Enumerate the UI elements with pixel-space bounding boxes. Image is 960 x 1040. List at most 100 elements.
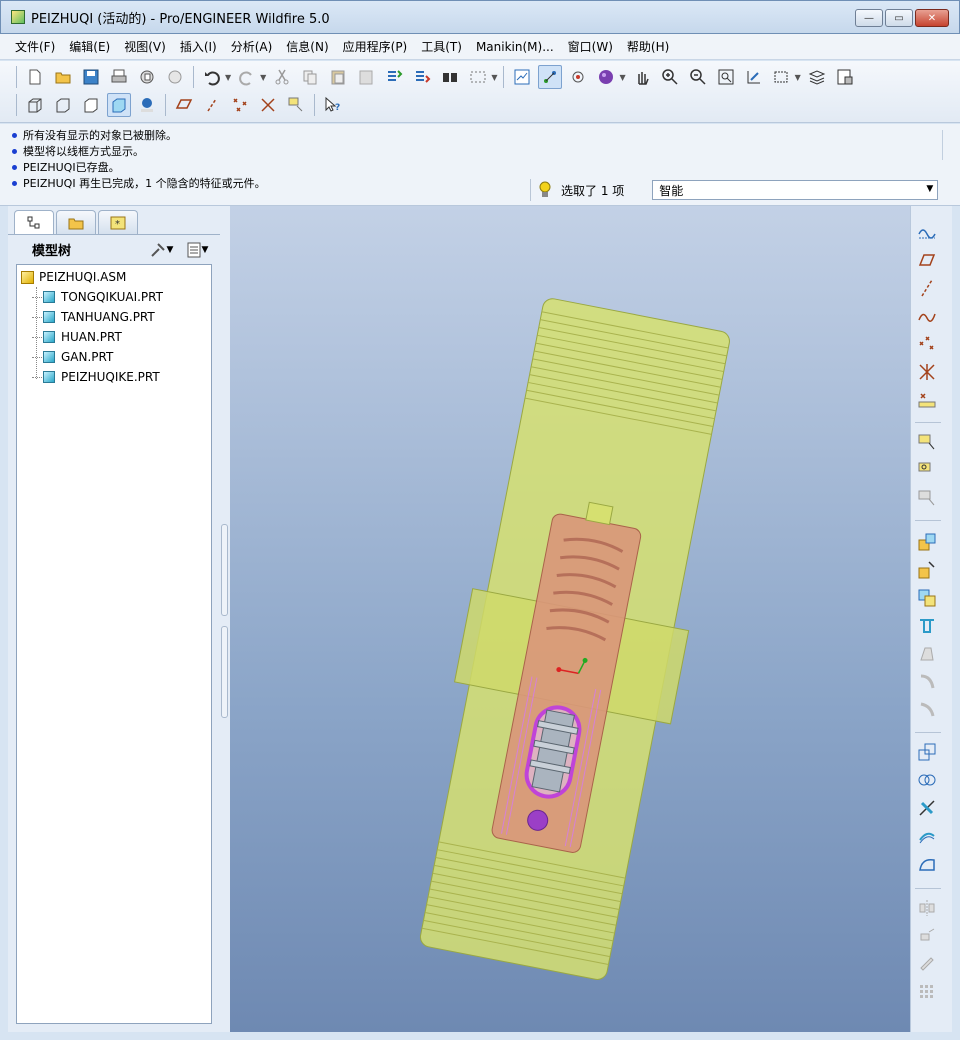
chevron-down-icon[interactable]: ▼	[491, 73, 497, 82]
appearance-icon[interactable]	[594, 65, 618, 89]
pan-hand-icon[interactable]	[630, 65, 654, 89]
chevron-down-icon[interactable]: ▼	[619, 73, 625, 82]
annotation-display-icon[interactable]	[284, 93, 308, 117]
tree-item-part[interactable]: TANHUANG.PRT	[17, 307, 211, 327]
reorient-icon[interactable]	[742, 65, 766, 89]
undo-icon[interactable]	[200, 65, 224, 89]
close-button[interactable]: ✕	[915, 9, 949, 27]
tree-settings-button[interactable]: ▼	[146, 240, 176, 260]
thicken-icon[interactable]	[915, 952, 939, 976]
pattern-icon[interactable]	[915, 980, 939, 1004]
menu-info[interactable]: 信息(N)	[279, 38, 335, 55]
refit-icon[interactable]	[714, 65, 738, 89]
new-file-icon[interactable]	[23, 65, 47, 89]
annotation-show-icon[interactable]	[915, 486, 939, 510]
datum-curve-icon[interactable]	[915, 304, 939, 328]
menu-help[interactable]: 帮助(H)	[620, 38, 676, 55]
minimize-button[interactable]: —	[855, 9, 883, 27]
csys-icon[interactable]	[915, 360, 939, 384]
menu-window[interactable]: 窗口(W)	[561, 38, 620, 55]
find-icon[interactable]	[438, 65, 462, 89]
tree-item-part[interactable]: HUAN.PRT	[17, 327, 211, 347]
tab-model-tree[interactable]	[14, 210, 54, 234]
tree-item-root[interactable]: PEIZHUQI.ASM	[17, 267, 211, 287]
select-box-icon[interactable]	[466, 65, 490, 89]
open-folder-icon[interactable]	[51, 65, 75, 89]
assembly-model[interactable]	[230, 206, 910, 1032]
message-scrollbar[interactable]	[942, 130, 954, 160]
menu-file[interactable]: 文件(F)	[8, 38, 62, 55]
zoom-in-icon[interactable]	[658, 65, 682, 89]
datum-plane-icon[interactable]	[915, 248, 939, 272]
no-hidden-icon[interactable]	[79, 93, 103, 117]
trim-icon[interactable]	[915, 796, 939, 820]
annotation-feature-icon[interactable]	[915, 430, 939, 454]
assemble-component-icon[interactable]	[915, 530, 939, 554]
menu-tools[interactable]: 工具(T)	[414, 38, 469, 55]
blend-icon[interactable]	[915, 698, 939, 722]
chevron-down-icon[interactable]: ▼	[795, 73, 801, 82]
chevron-down-icon[interactable]: ▼	[260, 73, 266, 82]
zoom-out-icon[interactable]	[686, 65, 710, 89]
menu-view[interactable]: 视图(V)	[117, 38, 173, 55]
analysis-feature-icon[interactable]	[915, 388, 939, 412]
maximize-button[interactable]: ▭	[885, 9, 913, 27]
model-tree-display-icon[interactable]	[135, 93, 159, 117]
graphics-window[interactable]	[230, 206, 910, 1032]
fill-surface-icon[interactable]	[915, 852, 939, 876]
sweep-icon[interactable]	[915, 670, 939, 694]
menu-analysis[interactable]: 分析(A)	[224, 38, 280, 55]
redo-icon[interactable]	[235, 65, 259, 89]
paste-special-icon[interactable]	[354, 65, 378, 89]
wireframe-icon[interactable]	[23, 93, 47, 117]
datum-point-display-icon[interactable]	[228, 93, 252, 117]
menu-manikin[interactable]: Manikin(M)...	[469, 40, 561, 54]
tree-item-part[interactable]: GAN.PRT	[17, 347, 211, 367]
chevron-down-icon[interactable]: ▼	[225, 73, 231, 82]
tree-item-part[interactable]: PEIZHUQIKE.PRT	[17, 367, 211, 387]
datum-point-icon[interactable]	[915, 332, 939, 356]
csys-display-icon[interactable]	[256, 93, 280, 117]
tree-item-part[interactable]: TONGQIKUAI.PRT	[17, 287, 211, 307]
send-mail-icon[interactable]	[135, 65, 159, 89]
layers-icon[interactable]	[805, 65, 829, 89]
send-link-icon[interactable]	[163, 65, 187, 89]
datum-axis-icon[interactable]	[915, 276, 939, 300]
move-icon[interactable]	[915, 924, 939, 948]
regenerate-icon[interactable]	[382, 65, 406, 89]
menu-insert[interactable]: 插入(I)	[173, 38, 224, 55]
cut-icon[interactable]	[270, 65, 294, 89]
menu-applications[interactable]: 应用程序(P)	[336, 38, 415, 55]
context-help-icon[interactable]: ?	[321, 93, 345, 117]
copy-icon[interactable]	[298, 65, 322, 89]
saved-views-icon[interactable]	[770, 65, 794, 89]
package-component-icon[interactable]	[915, 586, 939, 610]
regen-manager-icon[interactable]	[410, 65, 434, 89]
view-manager-icon[interactable]	[833, 65, 857, 89]
spin-center-icon[interactable]	[566, 65, 590, 89]
orient-mode-icon[interactable]	[538, 65, 563, 89]
annotation-element-icon[interactable]	[915, 458, 939, 482]
datum-axis-display-icon[interactable]	[200, 93, 224, 117]
panel-splitter[interactable]	[220, 206, 230, 1032]
extrude-icon[interactable]	[915, 614, 939, 638]
copy-feature-icon[interactable]	[915, 740, 939, 764]
selection-filter-select[interactable]: 智能 ▼	[652, 180, 939, 200]
print-icon[interactable]	[107, 65, 131, 89]
splitter-grip[interactable]	[221, 626, 228, 718]
shading-icon[interactable]	[107, 93, 131, 117]
tree-show-button[interactable]: ▼	[182, 240, 212, 260]
paste-icon[interactable]	[326, 65, 350, 89]
revolve-icon[interactable]	[915, 642, 939, 666]
menu-edit[interactable]: 编辑(E)	[62, 38, 117, 55]
save-icon[interactable]	[79, 65, 103, 89]
splitter-grip[interactable]	[221, 524, 228, 616]
tab-favorites[interactable]: *	[98, 210, 138, 234]
merge-icon[interactable]	[915, 768, 939, 792]
repaint-icon[interactable]	[510, 65, 534, 89]
tab-folder-browser[interactable]	[56, 210, 96, 234]
hidden-line-icon[interactable]	[51, 93, 75, 117]
datum-plane-display-icon[interactable]	[172, 93, 196, 117]
sketch-tool-icon[interactable]	[915, 220, 939, 244]
create-component-icon[interactable]	[915, 558, 939, 582]
